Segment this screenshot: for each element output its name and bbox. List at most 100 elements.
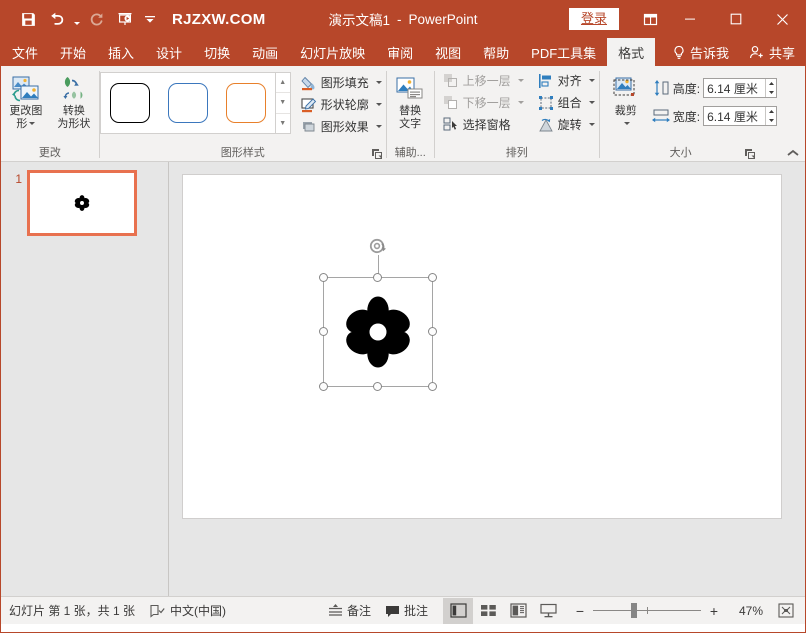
tab-home[interactable]: 开始 [49,38,97,66]
ribbon-display-options-icon[interactable] [633,0,667,38]
tab-review[interactable]: 审阅 [376,38,424,66]
resize-handle-ne[interactable] [428,273,437,282]
style-blue-outline[interactable] [168,83,208,123]
tab-pdf-toolkit[interactable]: PDF工具集 [520,38,607,66]
gallery-scroll[interactable]: ▲ ▼ ▼ [275,73,290,133]
shape-styles-dialog-launcher[interactable] [371,148,383,160]
style-orange-outline[interactable] [226,83,266,123]
tab-format[interactable]: 格式 [607,38,655,66]
sign-in-button[interactable]: 登录 [569,8,619,30]
language-status[interactable]: 中文(中国) [149,602,226,619]
height-arrows[interactable] [765,79,776,97]
height-input[interactable] [704,79,765,97]
chevron-down-icon[interactable] [376,103,382,106]
zoom-slider-knob[interactable] [631,603,637,618]
height-decrease[interactable] [766,88,776,97]
convert-to-shape-button[interactable]: 转换 为形状 [51,70,97,130]
reading-view-button[interactable] [503,598,533,624]
collapse-ribbon-button[interactable] [782,66,805,161]
gallery-scroll-up[interactable]: ▲ [276,73,290,92]
zoom-out-button[interactable]: − [573,601,587,621]
slideshow-icon[interactable] [112,6,138,32]
send-backward-button[interactable]: 下移一层 [439,92,528,113]
resize-handle-sw[interactable] [319,382,328,391]
shape-effects-button[interactable]: 图形效果 [297,116,386,137]
shape-style-item[interactable] [217,73,275,133]
resize-handle-n[interactable] [373,273,382,282]
slide-thumbnail-1[interactable] [27,170,137,236]
shape-selection-box[interactable] [323,277,433,387]
share-button[interactable]: 共享 [739,43,805,62]
resize-handle-se[interactable] [428,382,437,391]
chevron-down-icon[interactable] [518,101,524,104]
slide-count[interactable]: 幻灯片 第 1 张，共 1 张 [9,602,135,619]
chevron-down-icon[interactable] [518,79,524,82]
crop-button[interactable]: 裁剪 [604,70,648,130]
shape-fill-button[interactable]: 图形填充 [297,72,386,93]
maximize-button[interactable] [713,0,759,38]
minimize-button[interactable] [667,0,713,38]
tab-view[interactable]: 视图 [424,38,472,66]
resize-handle-nw[interactable] [319,273,328,282]
resize-handle-e[interactable] [428,327,437,336]
flower-shape[interactable] [341,295,415,369]
shape-outline-button[interactable]: 形状轮廓 [297,94,386,115]
customize-quick-access-toolbar[interactable] [140,6,160,32]
chevron-down-icon[interactable] [589,123,595,126]
tab-transitions[interactable]: 切换 [193,38,241,66]
undo-icon[interactable] [43,6,69,32]
zoom-in-button[interactable]: + [707,601,721,621]
fit-slide-button[interactable] [775,601,797,621]
shape-style-item[interactable] [159,73,217,133]
tab-help[interactable]: 帮助 [472,38,520,66]
slide-canvas[interactable] [182,174,782,519]
height-increase[interactable] [766,79,776,88]
normal-view-button[interactable] [443,598,473,624]
chevron-down-icon[interactable] [589,101,595,104]
align-button[interactable]: 对齐 [534,70,599,91]
gallery-more[interactable]: ▼ [276,113,290,133]
rotate-button[interactable]: 旋转 [534,114,599,135]
zoom-slider[interactable] [593,603,701,619]
height-spinner[interactable] [703,78,777,98]
shape-styles-gallery[interactable]: ▲ ▼ ▼ [100,72,291,134]
undo-dropdown[interactable] [71,6,82,32]
chevron-down-icon[interactable] [376,125,382,128]
width-decrease[interactable] [766,116,776,125]
tab-design[interactable]: 设计 [145,38,193,66]
gallery-scroll-down[interactable]: ▼ [276,92,290,112]
tab-insert[interactable]: 插入 [97,38,145,66]
slide-thumbnail-pane[interactable]: 1 [1,162,169,596]
change-graphic-button[interactable]: 更改图 形 [3,70,49,130]
tell-me-button[interactable]: 告诉我 [662,43,739,62]
width-spinner[interactable] [703,106,777,126]
width-arrows[interactable] [765,107,776,125]
slide-sorter-button[interactable] [473,598,503,624]
chevron-down-icon[interactable] [624,122,630,125]
slide-canvas-pane[interactable] [169,162,805,596]
rotate-handle-icon[interactable] [369,238,387,256]
size-dialog-launcher[interactable] [744,148,756,160]
shape-style-item[interactable] [101,73,159,133]
width-input[interactable] [704,107,765,125]
comments-button[interactable]: 批注 [378,599,435,622]
notes-button[interactable]: 备注 [321,599,378,622]
save-icon[interactable] [15,6,41,32]
resize-handle-s[interactable] [373,382,382,391]
chevron-down-icon[interactable] [376,81,382,84]
chevron-down-icon[interactable] [29,122,35,125]
tab-animations[interactable]: 动画 [241,38,289,66]
selection-pane-button[interactable]: 选择窗格 [439,114,528,135]
alt-text-button[interactable]: 替换 文字 [387,70,433,130]
resize-handle-w[interactable] [319,327,328,336]
bring-forward-button[interactable]: 上移一层 [439,70,528,91]
tab-file[interactable]: 文件 [1,38,49,66]
chevron-down-icon[interactable] [589,79,595,82]
group-button[interactable]: 组合 [534,92,599,113]
tab-slide-show[interactable]: 幻灯片放映 [289,38,376,66]
zoom-value[interactable]: 47% [727,604,763,618]
style-black-outline[interactable] [110,83,150,123]
width-increase[interactable] [766,107,776,116]
close-button[interactable] [759,0,805,38]
slide-show-button[interactable] [533,598,563,624]
